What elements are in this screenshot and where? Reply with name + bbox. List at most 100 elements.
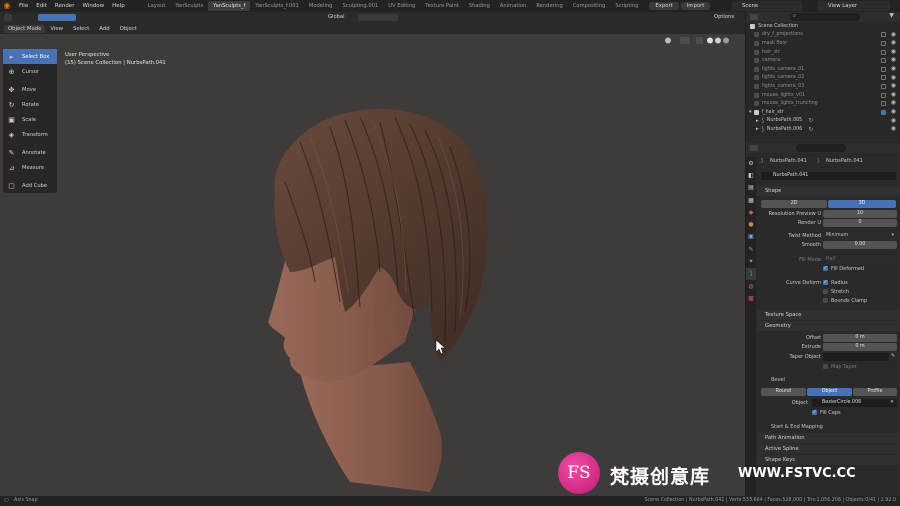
expand-arrow-icon[interactable]: ▸ xyxy=(756,126,759,132)
curve-data-tab-icon[interactable]: ⟆ xyxy=(746,267,756,280)
stretch-checkbox[interactable] xyxy=(823,289,828,294)
outliner-row[interactable]: hair_str ◉ xyxy=(746,48,900,57)
exclude-checkbox[interactable] xyxy=(881,75,886,81)
modifier-tab-icon[interactable]: ✎ xyxy=(746,243,756,255)
datablock-field[interactable]: NurbsPath.041 xyxy=(761,172,896,180)
eye-icon[interactable]: ◉ xyxy=(891,48,896,55)
object-tab-icon[interactable]: ▣ xyxy=(746,231,756,243)
outliner-search-input[interactable] xyxy=(790,13,860,21)
extrude-field[interactable]: 0 m xyxy=(823,343,897,351)
menu-add[interactable]: Add xyxy=(94,26,114,32)
menu-window[interactable]: Window xyxy=(78,3,108,9)
editor-type-icon[interactable] xyxy=(4,14,12,21)
viewport-shading-controls[interactable] xyxy=(660,36,735,45)
outliner-root[interactable]: Scene Collection xyxy=(746,22,900,31)
resolution-preview-field[interactable]: 10 xyxy=(823,210,897,218)
expand-arrow-icon[interactable]: ▸ xyxy=(756,118,759,124)
tool-select-box[interactable]: ▸ Select Box xyxy=(3,49,57,64)
tool-scale[interactable]: ▣ Scale xyxy=(3,112,57,127)
render-tab-icon[interactable]: ◧ xyxy=(746,169,756,181)
bounds-clamp-checkbox[interactable] xyxy=(823,298,828,303)
tool-add-cube[interactable]: ▢ Add Cube xyxy=(3,178,57,193)
fill-deformed-checkbox[interactable]: ✓ xyxy=(823,266,828,271)
eyedropper-icon[interactable]: ✎ xyxy=(891,352,895,360)
scene-selector[interactable]: Scene xyxy=(732,1,802,11)
bevel-object-field[interactable]: BezierCircle.006 ✕ xyxy=(812,399,897,407)
material-tab-icon[interactable]: ◍ xyxy=(746,280,756,292)
exclude-checkbox[interactable] xyxy=(881,109,886,115)
outliner-editor-icon[interactable] xyxy=(750,14,758,20)
start-end-mapping-header[interactable]: Start & End Mapping xyxy=(771,422,823,432)
menu-view[interactable]: View xyxy=(45,26,68,32)
outliner-row[interactable]: mask floor ◉ xyxy=(746,39,900,48)
eye-icon[interactable]: ◉ xyxy=(891,74,896,81)
smooth-field[interactable]: 0.00 xyxy=(823,241,897,249)
output-tab-icon[interactable]: ▤ xyxy=(746,182,756,194)
eye-icon[interactable]: ◉ xyxy=(891,39,896,46)
texture-space-panel-header[interactable]: Texture Space xyxy=(757,310,900,320)
exclude-checkbox[interactable] xyxy=(881,32,886,38)
menu-file[interactable]: File xyxy=(15,3,32,9)
exclude-checkbox[interactable] xyxy=(881,58,886,64)
tool-measure[interactable]: ⊿ Measure xyxy=(3,160,57,175)
dimensions-2d-button[interactable]: 2D xyxy=(761,200,827,208)
exclude-checkbox[interactable] xyxy=(881,92,886,98)
tab-compositing[interactable]: Compositing xyxy=(568,1,611,11)
eye-icon[interactable]: ◉ xyxy=(891,117,896,124)
tool-move[interactable]: ✥ Move xyxy=(3,82,57,97)
outliner-row[interactable]: lights_camera_03 ◉ xyxy=(746,82,900,91)
bevel-profile-button[interactable]: Profile xyxy=(853,388,897,396)
expand-arrow-icon[interactable]: ▾ xyxy=(749,109,752,115)
tab-texture-paint[interactable]: Texture Paint xyxy=(420,1,463,11)
twist-method-select[interactable]: Minimum ▾ xyxy=(823,232,897,240)
outliner-row[interactable]: dry_f_projections ◉ xyxy=(746,31,900,40)
exclude-checkbox[interactable] xyxy=(881,66,886,72)
menu-help[interactable]: Help xyxy=(108,3,129,9)
view-layer-selector[interactable]: View Layer xyxy=(818,1,890,11)
tool-rotate[interactable]: ↻ Rotate xyxy=(3,97,57,112)
eye-icon[interactable]: ◉ xyxy=(891,56,896,63)
outliner-row[interactable]: ▸ ⟆ NurbsPath.006 ↻ ◉ xyxy=(746,125,900,134)
render-u-field[interactable]: 0 xyxy=(823,219,897,227)
outliner-row-group[interactable]: ▾ f_hair_str ◉ xyxy=(746,108,900,117)
filter-icon[interactable]: ▼ xyxy=(889,12,894,19)
offset-field[interactable]: 0 m xyxy=(823,334,897,342)
tab-uv-editing[interactable]: UV Editing xyxy=(383,1,420,11)
tab-rendering[interactable]: Rendering xyxy=(531,1,568,11)
tool-annotate[interactable]: ✎ Annotate xyxy=(3,145,57,160)
transform-orientation-select[interactable]: Global xyxy=(328,13,345,22)
eye-icon[interactable]: ◉ xyxy=(891,125,896,132)
menu-edit[interactable]: Edit xyxy=(32,3,51,9)
radius-checkbox[interactable]: ✓ xyxy=(823,280,828,285)
eye-icon[interactable]: ◉ xyxy=(891,82,896,89)
options-dropdown[interactable]: Options xyxy=(714,13,734,22)
outliner-row[interactable]: lights_camera_02 ◉ xyxy=(746,74,900,83)
world-tab-icon[interactable]: ● xyxy=(746,218,756,230)
particles-tab-icon[interactable]: ✦ xyxy=(746,255,756,267)
eye-icon[interactable]: ◉ xyxy=(891,108,896,115)
exclude-checkbox[interactable] xyxy=(881,49,886,55)
pivot-snap-buttons[interactable] xyxy=(358,14,398,21)
menu-render[interactable]: Render xyxy=(51,3,79,9)
map-taper-checkbox[interactable] xyxy=(823,364,828,369)
exclude-checkbox[interactable] xyxy=(881,101,886,107)
tab-shading[interactable]: Shading xyxy=(464,1,495,11)
clear-icon[interactable]: ✕ xyxy=(890,399,894,407)
tab-sculpting-001[interactable]: Sculpting.001 xyxy=(337,1,383,11)
tab-scripting[interactable]: Scripting xyxy=(610,1,643,11)
export-button[interactable]: Export xyxy=(649,2,679,10)
menu-select[interactable]: Select xyxy=(68,26,94,32)
import-button[interactable]: Import xyxy=(680,2,711,10)
bevel-object-button[interactable]: Object xyxy=(807,388,852,396)
path-animation-panel-header[interactable]: Path Animation xyxy=(757,433,900,443)
outliner-row[interactable]: mouse_lights_v01 ◉ xyxy=(746,91,900,100)
outliner-row[interactable]: lights_camera_01 ◉ xyxy=(746,65,900,74)
outliner-row[interactable]: ▸ ⟆ NurbsPath.005 ↻ ◉ xyxy=(746,117,900,126)
eye-icon[interactable]: ◉ xyxy=(891,65,896,72)
tool-transform[interactable]: ◈ Transform xyxy=(3,127,57,142)
menu-object[interactable]: Object xyxy=(115,26,142,32)
outliner-row[interactable]: mouse_lights_trunchng ◉ xyxy=(746,99,900,108)
blender-logo-icon[interactable]: ◉ xyxy=(2,1,12,11)
view-layer-tab-icon[interactable]: ▦ xyxy=(746,194,756,206)
select-mode-buttons[interactable] xyxy=(38,14,76,21)
